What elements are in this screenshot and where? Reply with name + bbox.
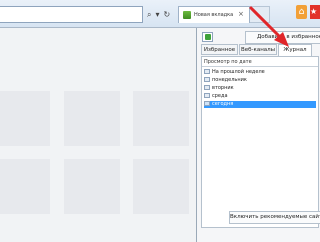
annotation-arrow [249,6,289,47]
